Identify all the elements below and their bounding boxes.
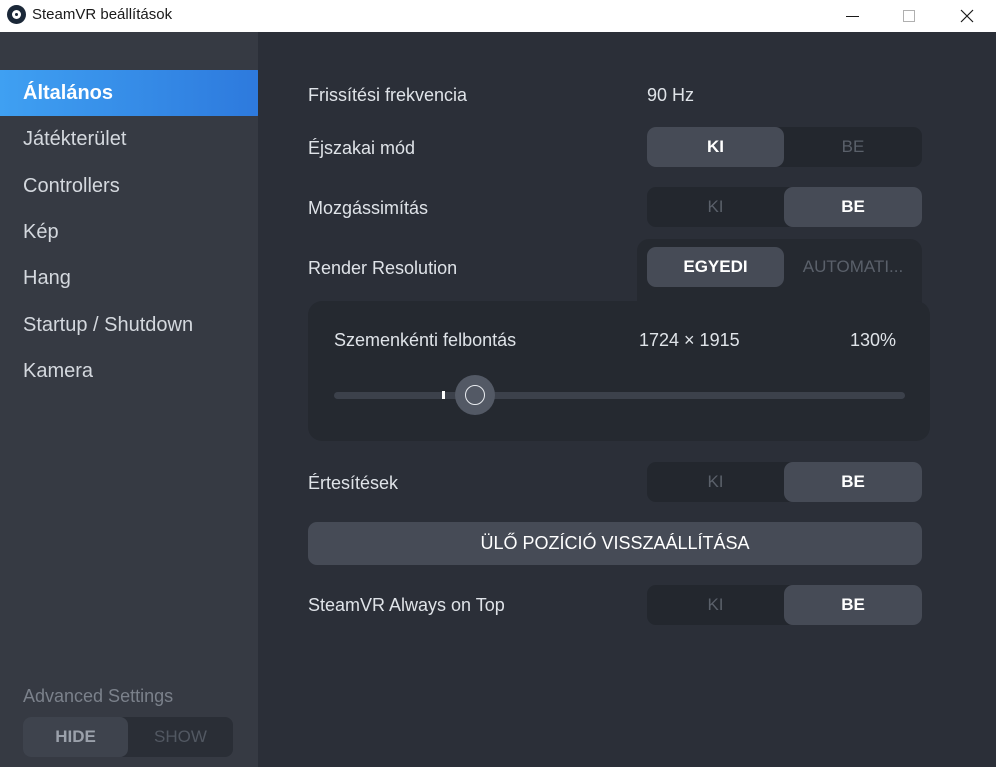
night-mode-label: Éjszakai mód [308, 138, 416, 158]
notifications-off-button[interactable]: KI [647, 462, 784, 502]
resolution-slider-track[interactable] [334, 392, 905, 399]
refresh-rate-value[interactable]: 90 Hz [647, 85, 694, 106]
always-on-top-toggle: KI BE [647, 585, 922, 625]
steamvr-logo-icon [7, 5, 26, 24]
maximize-icon [903, 10, 915, 22]
sidebar-item-startup-shutdown[interactable]: Startup / Shutdown [0, 302, 263, 348]
render-resolution-toggle: EGYEDI AUTOMATI... [647, 247, 922, 287]
close-icon [960, 9, 974, 23]
notifications-on-button[interactable]: BE [784, 462, 922, 502]
motion-smoothing-off-button[interactable]: KI [647, 187, 784, 227]
motion-smoothing-toggle: KI BE [647, 187, 922, 227]
sidebar: Általános Játékterület Controllers Kép H… [0, 32, 263, 767]
maximize-button[interactable] [886, 0, 932, 32]
minimize-icon [845, 15, 859, 17]
sidebar-item-general[interactable]: Általános [0, 70, 263, 116]
motion-smoothing-label: Mozgássimítás [308, 198, 429, 218]
always-on-top-on-button[interactable]: BE [784, 585, 922, 625]
settings-panel: Frissítési frekvencia 90 Hz Éjszakai mód… [258, 32, 996, 767]
notifications-toggle: KI BE [647, 462, 922, 502]
advanced-settings-toggle: HIDE SHOW [23, 717, 233, 757]
sidebar-item-audio[interactable]: Hang [0, 255, 263, 301]
advanced-hide-button[interactable]: HIDE [23, 717, 128, 757]
night-mode-on-button[interactable]: BE [784, 127, 922, 167]
per-eye-resolution-percent: 130% [850, 330, 897, 350]
notifications-label: Értesítések [308, 473, 399, 493]
minimize-button[interactable] [829, 0, 875, 32]
per-eye-resolution-dimensions: 1724 × 1915 [639, 330, 740, 350]
render-resolution-label: Render Resolution [308, 258, 458, 278]
window-title: SteamVR beállítások [32, 6, 173, 23]
render-resolution-panel [308, 301, 930, 441]
title-bar: SteamVR beállítások [0, 0, 996, 32]
advanced-show-button[interactable]: SHOW [128, 717, 233, 757]
sidebar-item-camera[interactable]: Kamera [0, 348, 263, 394]
close-button[interactable] [944, 0, 990, 32]
render-resolution-custom-button[interactable]: EGYEDI [647, 247, 784, 287]
sidebar-item-video[interactable]: Kép [0, 209, 263, 255]
night-mode-off-button[interactable]: KI [647, 127, 784, 167]
motion-smoothing-on-button[interactable]: BE [784, 187, 922, 227]
night-mode-toggle: KI BE [647, 127, 922, 167]
reset-seated-position-button[interactable]: ÜLŐ POZÍCIÓ VISSZAÁLLÍTÁSA [308, 522, 922, 565]
refresh-rate-label: Frissítési frekvencia [308, 85, 468, 105]
per-eye-resolution-label: Szemenkénti felbontás [334, 330, 517, 350]
sidebar-item-controllers[interactable]: Controllers [0, 163, 263, 209]
render-resolution-auto-button[interactable]: AUTOMATI... [784, 247, 922, 287]
sidebar-item-play-area[interactable]: Játékterület [0, 116, 263, 162]
resolution-slider-thumb[interactable] [455, 375, 495, 415]
always-on-top-label: SteamVR Always on Top [308, 595, 505, 615]
resolution-slider-default-tick [442, 391, 445, 399]
advanced-settings-label: Advanced Settings [23, 686, 174, 706]
always-on-top-off-button[interactable]: KI [647, 585, 784, 625]
